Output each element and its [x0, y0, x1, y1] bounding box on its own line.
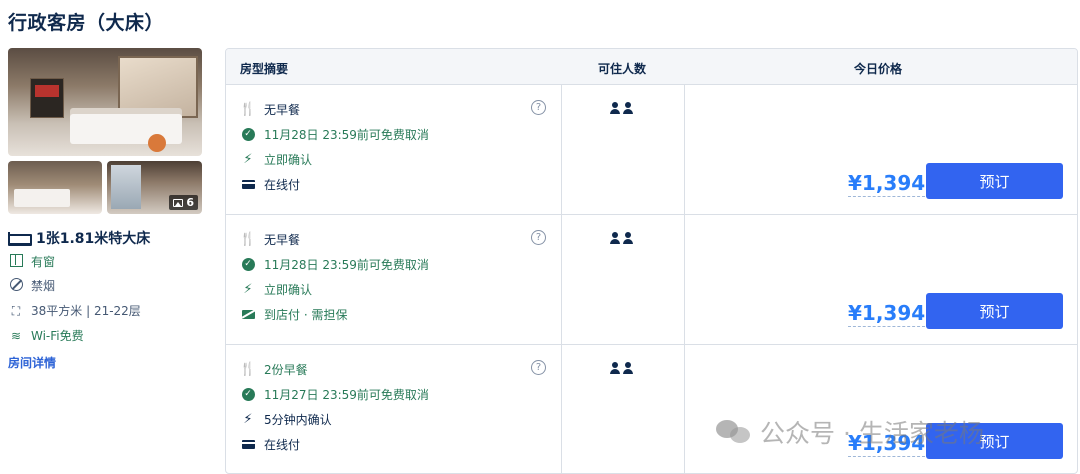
- guest-count: [610, 232, 633, 244]
- window-icon: [9, 253, 23, 267]
- lightning-icon: ⚡: [243, 412, 253, 427]
- rate-row: 🍴 无早餐 ? ✓ 11月28日 23:59前可免费取消 ⚡ 立即确认 在线付 …: [226, 85, 1077, 215]
- facility-smoking: 禁烟: [8, 277, 55, 294]
- card-icon: [241, 180, 255, 189]
- facility-window: 有窗: [8, 253, 55, 270]
- cancel-policy[interactable]: ✓ 11月28日 23:59前可免费取消: [240, 256, 429, 273]
- guest-count: [610, 362, 633, 374]
- room-title: 行政客房（大床）: [8, 12, 165, 34]
- confirm-info: ⚡ 5分钟内确认: [240, 411, 331, 428]
- meal-info: 🍴 无早餐: [239, 232, 301, 247]
- check-circle-icon: ✓: [241, 388, 255, 401]
- room-thumbnail-2[interactable]: 6: [107, 161, 202, 214]
- confirm-info: ⚡ 立即确认: [240, 151, 312, 168]
- person-icon: [610, 362, 620, 374]
- help-icon[interactable]: ?: [531, 100, 546, 115]
- payment-info: 在线付: [240, 176, 300, 193]
- room-detail-link[interactable]: 房间详情: [8, 354, 56, 371]
- cancel-policy[interactable]: ✓ 11月28日 23:59前可免费取消: [240, 126, 429, 143]
- person-icon: [610, 102, 620, 114]
- price[interactable]: ¥1,394: [848, 171, 926, 197]
- book-button[interactable]: 预订: [926, 163, 1063, 199]
- confirm-info: ⚡ 立即确认: [240, 281, 312, 298]
- meal-info: 🍴 2份早餐: [239, 362, 308, 377]
- lightning-icon: ⚡: [243, 152, 253, 167]
- help-icon[interactable]: ?: [531, 360, 546, 375]
- guest-count: [610, 102, 633, 114]
- facility-wifi: ≋ Wi-Fi免费: [8, 327, 84, 344]
- book-button[interactable]: 预订: [926, 293, 1063, 329]
- rate-row: 🍴 2份早餐 ? ✓ 11月27日 23:59前可免费取消 ⚡ 5分钟内确认 在…: [226, 345, 1077, 473]
- person-icon: [623, 232, 633, 244]
- photo-count: 6: [186, 196, 194, 209]
- person-icon: [623, 362, 633, 374]
- bed-icon: [8, 232, 32, 246]
- card-icon: [241, 440, 255, 449]
- lightning-icon: ⚡: [243, 282, 253, 297]
- person-icon: [623, 102, 633, 114]
- watermark-text: 公众号 · 生活家老杨: [760, 419, 984, 448]
- photo-count-badge[interactable]: 6: [169, 195, 198, 210]
- pay-at-hotel-icon: [241, 310, 255, 319]
- room-main-photo[interactable]: [8, 48, 202, 156]
- check-circle-icon: ✓: [241, 258, 255, 271]
- header-summary: 房型摘要: [240, 62, 289, 76]
- meal-info: 🍴 无早餐: [239, 102, 301, 117]
- bed-type: 1张1.81米特大床: [8, 228, 150, 248]
- person-icon: [610, 232, 620, 244]
- breakfast-icon: 🍴: [239, 362, 257, 377]
- watermark: 公众号 · 生活家老杨: [716, 414, 984, 450]
- help-icon[interactable]: ?: [531, 230, 546, 245]
- wifi-icon: ≋: [10, 328, 22, 343]
- payment-info: 到店付 · 需担保: [240, 306, 347, 323]
- no-meal-icon: 🍴: [239, 232, 257, 247]
- check-circle-icon: ✓: [241, 128, 255, 141]
- room-thumbnail-1[interactable]: [8, 161, 102, 214]
- header-guests: 可住人数: [598, 62, 647, 76]
- no-meal-icon: 🍴: [239, 102, 257, 117]
- wechat-icon: [716, 418, 752, 446]
- price[interactable]: ¥1,394: [848, 301, 926, 327]
- table-header: 房型摘要 可住人数 今日价格: [226, 49, 1077, 85]
- header-price: 今日价格: [854, 62, 903, 76]
- facility-area-floor: ⛶ 38平方米 | 21-22层: [8, 302, 141, 319]
- rate-row: 🍴 无早餐 ? ✓ 11月28日 23:59前可免费取消 ⚡ 立即确认 到店付 …: [226, 215, 1077, 345]
- cancel-policy[interactable]: ✓ 11月27日 23:59前可免费取消: [240, 386, 429, 403]
- payment-info: 在线付: [240, 436, 300, 453]
- bed-type-label: 1张1.81米特大床: [36, 231, 151, 247]
- no-smoking-icon: [9, 277, 23, 291]
- image-icon: [173, 198, 184, 207]
- rate-plan-table: 房型摘要 可住人数 今日价格 🍴 无早餐 ? ✓ 11月28日 23:59前可免…: [225, 48, 1078, 474]
- area-icon: ⛶: [11, 303, 21, 318]
